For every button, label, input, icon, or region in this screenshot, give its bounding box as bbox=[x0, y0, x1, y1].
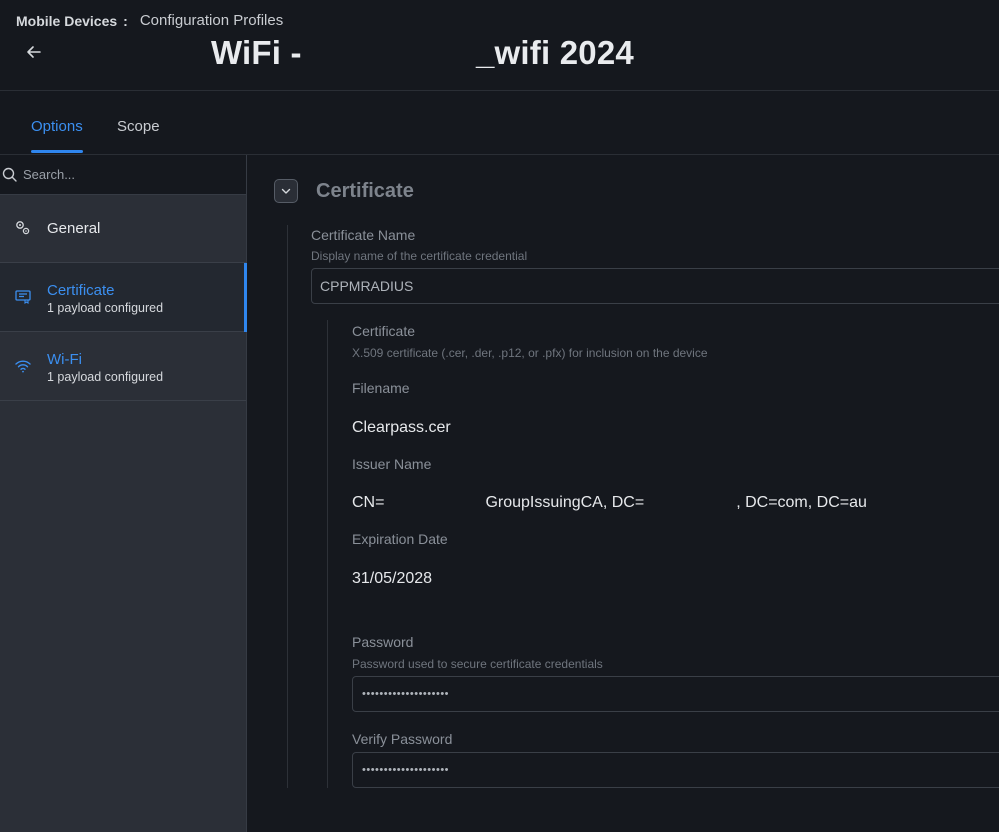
search-bar bbox=[0, 155, 246, 195]
issuer-name-label: Issuer Name bbox=[352, 456, 432, 472]
breadcrumb: Mobile Devices : Configuration Profiles bbox=[16, 12, 283, 29]
expiration-date-value: 31/05/2028 bbox=[352, 570, 433, 587]
issuer-group: GroupIssuingCA, DC= bbox=[485, 494, 645, 511]
section-title: Certificate bbox=[316, 180, 414, 202]
certificate-name-label: Certificate Name bbox=[311, 227, 416, 243]
sidebar-item-general[interactable]: General bbox=[0, 195, 246, 263]
verify-password-field[interactable]: •••••••••••••••••••• bbox=[352, 752, 999, 788]
chevron-down-icon bbox=[281, 188, 291, 194]
issuer-cn: CN= bbox=[352, 494, 385, 511]
verify-password-label: Verify Password bbox=[352, 731, 453, 747]
subsection-guide-line bbox=[327, 320, 328, 788]
back-arrow-icon[interactable] bbox=[22, 40, 46, 64]
payload-editor: Certificate Certificate Name Display nam… bbox=[247, 155, 999, 832]
filename-label: Filename bbox=[352, 380, 410, 396]
sidebar-item-label: Certificate bbox=[47, 282, 115, 299]
sidebar-item-status: 1 payload configured bbox=[47, 301, 164, 315]
password-field[interactable]: •••••••••••••••••••• bbox=[352, 676, 999, 712]
payload-sidebar: General Certificate 1 payload configured… bbox=[0, 155, 247, 832]
certificate-help: X.509 certificate (.cer, .der, .p12, or … bbox=[352, 346, 708, 360]
page-title-part2: _wifi 2024 bbox=[476, 34, 634, 71]
sidebar-item-status: 1 payload configured bbox=[47, 370, 164, 384]
certificate-name-help: Display name of the certificate credenti… bbox=[311, 249, 528, 263]
sidebar-item-certificate[interactable]: Certificate 1 payload configured bbox=[0, 263, 247, 332]
breadcrumb-configuration-profiles[interactable]: Configuration Profiles bbox=[140, 12, 283, 29]
sidebar-item-label: General bbox=[47, 220, 101, 237]
search-icon bbox=[2, 167, 17, 182]
section-guide-line bbox=[287, 225, 288, 788]
active-tab-indicator bbox=[31, 150, 83, 153]
page-title-part1: WiFi - bbox=[211, 34, 302, 71]
collapse-section-button[interactable] bbox=[274, 179, 298, 203]
certificate-icon bbox=[15, 290, 31, 305]
certificate-name-field bbox=[311, 268, 999, 304]
tab-bar: Options Scope bbox=[0, 91, 999, 155]
page-header: Mobile Devices : Configuration Profiles … bbox=[0, 0, 999, 91]
issuer-dc: , DC=com, DC=au bbox=[736, 494, 867, 511]
expiration-date-label: Expiration Date bbox=[352, 531, 448, 547]
sidebar-item-wifi[interactable]: Wi-Fi 1 payload configured bbox=[0, 332, 246, 401]
filename-value: Clearpass.cer bbox=[352, 419, 451, 436]
password-masked-value: •••••••••••••••••••• bbox=[362, 688, 450, 700]
password-help: Password used to secure certificate cred… bbox=[352, 657, 603, 671]
breadcrumb-separator: : bbox=[123, 12, 128, 29]
sidebar-item-label: Wi-Fi bbox=[47, 351, 82, 368]
tab-scope[interactable]: Scope bbox=[117, 118, 160, 135]
verify-password-masked-value: •••••••••••••••••••• bbox=[362, 764, 450, 776]
gears-icon bbox=[16, 221, 30, 235]
certificate-label: Certificate bbox=[352, 323, 416, 339]
tab-options[interactable]: Options bbox=[31, 118, 83, 135]
certificate-name-input[interactable] bbox=[320, 278, 920, 294]
password-label: Password bbox=[352, 634, 414, 650]
wifi-icon bbox=[15, 360, 31, 373]
issuer-name-value: CN= GroupIssuingCA, DC= , DC=com, DC=au bbox=[352, 494, 867, 512]
breadcrumb-mobile-devices[interactable]: Mobile Devices bbox=[16, 13, 117, 29]
search-input[interactable] bbox=[23, 167, 223, 182]
